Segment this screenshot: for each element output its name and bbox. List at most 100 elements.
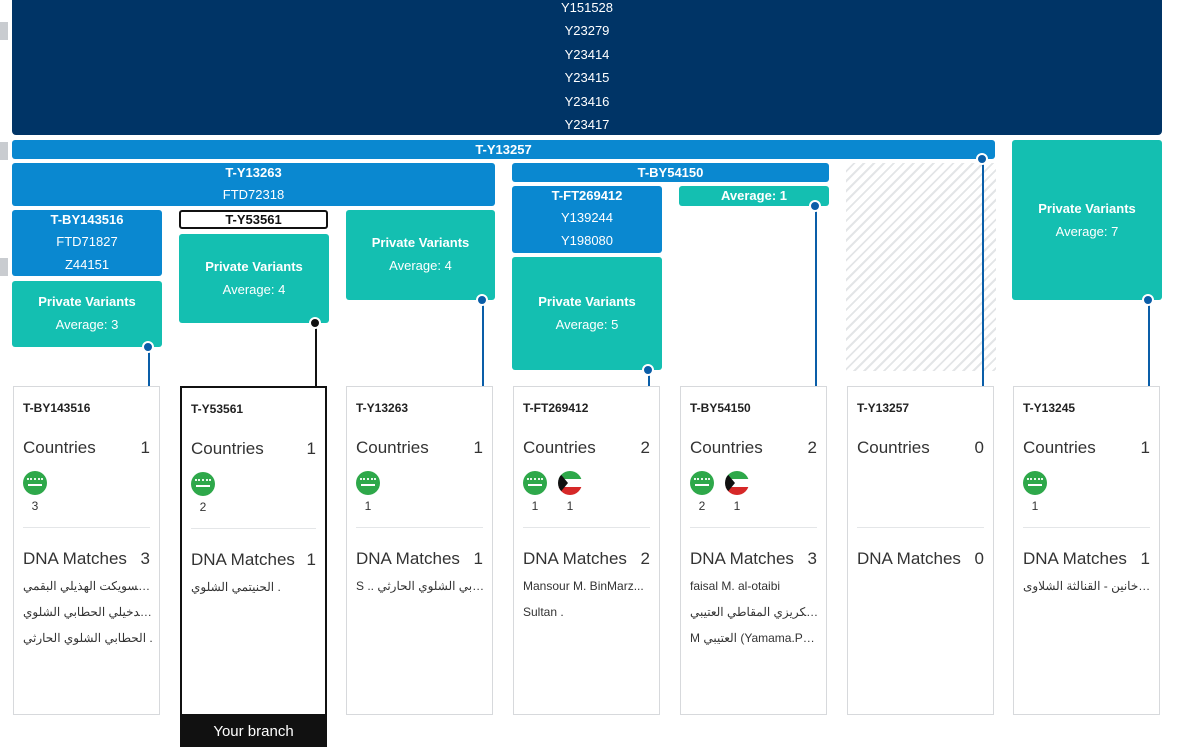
dna-matches-label: DNA Matches [523,549,627,568]
branch-block-y13263[interactable]: T-Y13263 FTD72318 [12,163,495,206]
left-edge-tick [0,142,8,160]
dna-matches-count: 1 [306,550,316,569]
variant-label: Y139244 [560,210,614,225]
saudi-arabia-flag-icon[interactable] [23,471,47,495]
private-variants-box[interactable]: Private Variants Average: 7 [1012,140,1162,300]
countries-label: Countries [356,438,429,457]
dna-matches-count: 1 [473,549,483,568]
dna-matches-label: DNA Matches [356,549,460,568]
variant-label: Y23416 [564,93,610,109]
dna-match-name[interactable]: الحطابي الشلوي الحارثي . [23,631,153,645]
dna-match-name[interactable]: الدخانين - القنالثة الشلاوى .. . [1023,579,1153,593]
branch-bar-by54150[interactable]: T-BY54150 [512,163,829,182]
node-dot[interactable] [309,317,321,329]
private-variants-label: Private Variants [205,259,303,274]
branch-card[interactable]: T-BY143516 Countries 1 3 DNA Matches 3 ا… [13,386,160,715]
node-dot[interactable] [976,153,988,165]
dna-matches-label: DNA Matches [23,549,127,568]
dna-matches-count: 2 [640,549,650,568]
card-divider [356,527,483,528]
dna-match-name[interactable]: فهد الدخيلي الحطابي الشلوي ... [23,605,153,619]
flag-count: 1 [733,499,741,513]
card-divider [1023,527,1150,528]
dna-match-name[interactable]: Mansour M. BinMarz... [523,579,653,593]
saudi-arabia-flag-icon[interactable] [191,472,215,496]
flag-count: 1 [531,499,539,513]
saudi-arabia-flag-icon[interactable] [1023,471,1047,495]
countries-label: Countries [23,438,96,457]
node-dot[interactable] [1142,294,1154,306]
card-title: T-BY143516 [23,401,91,415]
saudi-arabia-flag-icon[interactable] [523,471,547,495]
card-divider [23,527,150,528]
branch-card[interactable]: T-Y13263 Countries 1 1 DNA Matches 1 S .… [346,386,493,715]
private-variants-label: Private Variants [371,235,470,250]
flag-count: 1 [566,499,574,513]
saudi-arabia-flag-icon[interactable] [356,471,380,495]
node-dot[interactable] [142,341,154,353]
branch-block-ft269412[interactable]: T-FT269412 Y139244 Y198080 [512,186,662,253]
haplogroup-top-block[interactable]: Y151528 Y23279 Y23414 Y23415 Y23416 Y234… [12,0,1162,135]
saudi-arabia-flag-icon[interactable] [690,471,714,495]
private-variants-average: Average: 5 [555,317,619,332]
your-branch-label: Your branch [180,715,327,747]
branch-card[interactable]: T-BY54150 Countries 2 2 1 DNA Matches 3 … [680,386,827,715]
dna-match-name[interactable]: رق الكريزي المقاطي العتيبي... [690,605,820,619]
branch-label-y53561[interactable]: T-Y53561 [179,210,328,229]
variant-label: Y23414 [564,46,610,62]
tree-connector [1148,300,1150,386]
countries-label: Countries [191,439,264,458]
branch-bar-y13257[interactable]: T-Y13257 [12,140,995,159]
countries-count: 1 [140,438,150,457]
branch-title: T-Y13263 [225,165,282,180]
branch-card[interactable]: T-Y13245 Countries 1 1 DNA Matches 1 الد… [1013,386,1160,715]
countries-label: Countries [690,438,763,457]
private-variants-average: Average: 7 [1055,224,1119,239]
dna-matches-label: DNA Matches [857,549,961,568]
private-variants-label: Private Variants [1038,201,1136,216]
dna-match-name[interactable]: S .. لحطابي الشلوي الحارثي... [356,579,486,593]
kuwait-flag-icon[interactable] [558,471,582,495]
node-dot[interactable] [476,294,488,306]
branch-title: T-FT269412 [551,188,623,203]
left-edge-tick [0,22,8,40]
flag-count: 2 [698,499,706,513]
dna-matches-label: DNA Matches [690,549,794,568]
countries-count: 1 [306,439,316,458]
card-title: T-Y13245 [1023,401,1076,415]
countries-count: 1 [473,438,483,457]
node-dot[interactable] [809,200,821,212]
private-variants-average: Average: 4 [222,282,286,297]
dna-match-name[interactable]: Sultan . [523,605,653,619]
node-dot[interactable] [642,364,654,376]
dna-match-name[interactable]: الحنيتمي الشلوي . [191,580,319,594]
countries-label: Countries [1023,438,1096,457]
countries-count: 2 [807,438,817,457]
card-title: T-Y13263 [356,401,409,415]
countries-count: 1 [1140,438,1150,457]
branch-card[interactable]: T-Y13257 Countries 0 DNA Matches 0 [847,386,994,715]
dna-match-name[interactable]: faisal M. al-otaibi [690,579,820,593]
private-variants-average[interactable]: Average: 1 [679,186,829,206]
left-edge-tick [0,258,8,276]
private-variants-box[interactable]: Private Variants Average: 4 [346,210,495,300]
variant-label: Z44151 [64,257,110,272]
private-variants-label: Private Variants [538,294,636,309]
dna-match-name[interactable]: السويكت الهذيلي البقمي A A... [23,579,153,593]
kuwait-flag-icon[interactable] [725,471,749,495]
private-variants-box[interactable]: Private Variants Average: 3 [12,281,162,347]
variant-label: Y23415 [564,70,610,86]
tree-connector [982,159,984,386]
flag-count: 2 [199,500,207,514]
private-variants-box[interactable]: Private Variants Average: 5 [512,257,662,370]
private-variants-box[interactable]: Private Variants Average: 4 [179,234,329,323]
variant-label: Y23417 [564,116,610,132]
variant-label: FTD72318 [222,187,285,202]
branch-card-your-branch[interactable]: T-Y53561 Countries 1 2 DNA Matches 1 الح… [180,386,327,716]
branch-card[interactable]: T-FT269412 Countries 2 1 1 DNA Matches 2… [513,386,660,715]
flag-count: 1 [1031,499,1039,513]
variant-label: Y23279 [564,23,610,39]
branch-block-by143516[interactable]: T-BY143516 FTD71827 Z44151 [12,210,162,276]
dna-matches-count: 0 [974,549,984,568]
dna-match-name[interactable]: M العتيبي (Yamama.P&... [690,631,820,645]
